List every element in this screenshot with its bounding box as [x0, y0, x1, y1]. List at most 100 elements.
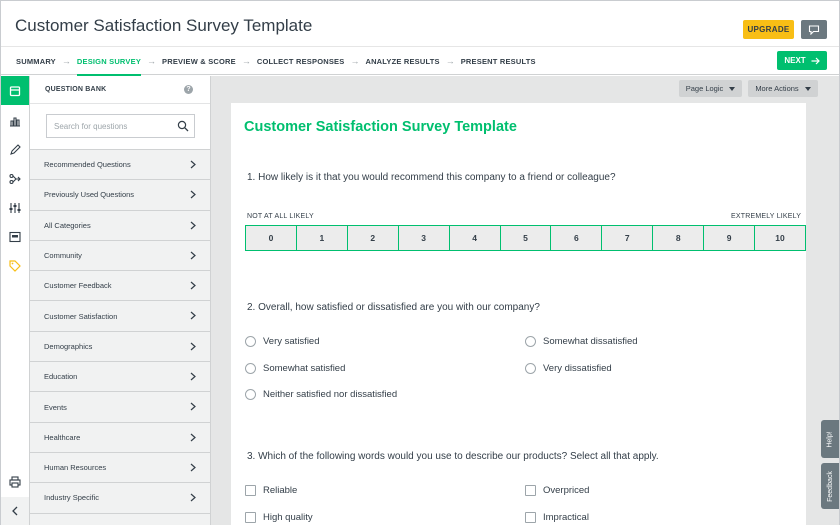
category-item[interactable]: Recommended Questions	[30, 150, 210, 181]
options-sliders-icon	[9, 202, 21, 213]
step-arrow-icon: →	[147, 56, 157, 66]
category-label: Community	[44, 251, 82, 261]
upgrade-button[interactable]: UPGRADE	[743, 20, 794, 39]
question-2[interactable]: 2. Overall, how satisfied or dissatisfie…	[247, 302, 540, 313]
step-summary[interactable]: SUMMARY	[16, 47, 56, 75]
option-label: Overpriced	[543, 485, 590, 496]
chevron-right-icon	[190, 281, 196, 290]
question-1[interactable]: 1. How likely is it that you would recom…	[247, 172, 616, 183]
analytics-icon	[10, 116, 20, 127]
radio-button[interactable]	[245, 336, 256, 347]
feedback-chat-button[interactable]	[801, 20, 827, 39]
help-icon[interactable]: ?	[184, 85, 193, 94]
question-3[interactable]: 3. Which of the following words would yo…	[247, 451, 659, 462]
question-bank-panel: QUESTION BANK ? Recommended Questions Pr…	[30, 76, 211, 525]
feedback-tab-label: Feedback	[826, 470, 834, 502]
category-item[interactable]: Customer Satisfaction	[30, 301, 210, 332]
category-item[interactable]: Previously Used Questions	[30, 180, 210, 211]
rail-print[interactable]	[1, 467, 29, 496]
step-analyze-results[interactable]: ANALYZE RESULTS	[365, 47, 439, 75]
category-item[interactable]: All Categories	[30, 210, 210, 241]
option-label: Neither satisfied nor dissatisfied	[263, 389, 398, 400]
step-design-survey[interactable]: DESIGN SURVEY	[76, 47, 142, 76]
next-button[interactable]: NEXT	[777, 51, 827, 70]
scale-option[interactable]: 8	[653, 226, 705, 250]
category-item[interactable]: Human Resources	[30, 452, 210, 484]
checkbox[interactable]	[525, 512, 536, 523]
chevron-right-icon	[190, 433, 196, 442]
scale-option[interactable]: 3	[398, 226, 450, 250]
scale-option[interactable]: 4	[449, 226, 501, 250]
category-label: Healthcare	[44, 432, 81, 442]
step-preview-score[interactable]: PREVIEW & SCORE	[162, 47, 236, 75]
help-tab[interactable]: Help!	[821, 420, 839, 458]
checkbox[interactable]	[245, 485, 256, 496]
checkbox[interactable]	[245, 512, 256, 523]
rail-builder[interactable]	[1, 76, 29, 105]
radio-option[interactable]: Neither satisfied nor dissatisfied	[245, 389, 397, 400]
page-logic-button[interactable]: Page Logic	[679, 80, 742, 97]
category-item[interactable]: Healthcare	[30, 422, 210, 453]
radio-option[interactable]: Very satisfied	[245, 336, 320, 347]
step-collect-responses[interactable]: COLLECT RESPONSES	[257, 47, 345, 75]
scale-option[interactable]: 5	[500, 226, 552, 250]
chevron-right-icon	[190, 312, 196, 320]
more-actions-button[interactable]: More Actions	[748, 80, 818, 97]
rail-analytics[interactable]	[1, 106, 29, 135]
scale-option[interactable]: 9	[704, 226, 756, 250]
scale-option[interactable]: 6	[551, 226, 603, 250]
rail-tags[interactable]	[1, 251, 29, 280]
category-item[interactable]: Community	[30, 240, 210, 272]
rail-design[interactable]	[1, 135, 29, 164]
more-actions-label: More Actions	[755, 84, 799, 93]
step-arrow-icon: →	[350, 56, 360, 66]
radio-button[interactable]	[525, 363, 536, 374]
scale-option[interactable]: 0	[246, 226, 297, 250]
radio-button[interactable]	[525, 336, 536, 347]
feedback-tab[interactable]: Feedback	[821, 463, 839, 509]
scale-option[interactable]: 1	[296, 226, 348, 250]
search-icon[interactable]	[177, 120, 189, 132]
step-present-results[interactable]: PRESENT RESULTS	[461, 47, 536, 75]
category-item[interactable]: Demographics	[30, 331, 210, 363]
checkbox-option[interactable]: Reliable	[245, 485, 297, 496]
rail-options[interactable]	[1, 193, 29, 222]
radio-option[interactable]: Somewhat dissatisfied	[525, 336, 638, 347]
survey-name[interactable]: Customer Satisfaction Survey Template	[15, 16, 312, 36]
checkbox-option[interactable]: High quality	[245, 512, 313, 523]
collapse-chevron-icon	[12, 506, 18, 516]
help-tab-label: Help!	[826, 430, 834, 448]
chevron-right-icon	[190, 402, 196, 411]
chevron-right-icon	[190, 493, 196, 502]
radio-button[interactable]	[245, 389, 256, 400]
rail-logic[interactable]	[1, 164, 29, 193]
scale-option[interactable]: 10	[755, 226, 805, 250]
chevron-right-icon	[190, 221, 196, 230]
radio-button[interactable]	[245, 363, 256, 374]
checkbox[interactable]	[525, 485, 536, 496]
checkbox-option[interactable]: Overpriced	[525, 485, 589, 496]
icon-rail	[1, 76, 30, 525]
library-image-icon	[9, 231, 21, 242]
rail-library[interactable]	[1, 222, 29, 251]
top-bar: Customer Satisfaction Survey Template UP…	[1, 1, 839, 47]
rail-collapse[interactable]	[1, 497, 29, 525]
radio-option[interactable]: Somewhat satisfied	[245, 363, 345, 374]
search-input[interactable]	[47, 115, 172, 137]
search-area	[30, 104, 210, 150]
checkbox-option[interactable]: Impractical	[525, 512, 589, 523]
step-arrow-icon: →	[61, 56, 71, 66]
scale-option[interactable]: 7	[602, 226, 654, 250]
chevron-right-icon	[190, 160, 196, 169]
option-label: Somewhat dissatisfied	[543, 336, 638, 347]
canvas-toolbar: Page Logic More Actions	[211, 76, 839, 103]
category-item[interactable]: Customer Feedback	[30, 271, 210, 302]
page-logic-label: Page Logic	[685, 84, 724, 93]
category-item[interactable]: Industry Specific	[30, 483, 210, 514]
scale-option[interactable]: 2	[347, 226, 399, 250]
radio-option[interactable]: Very dissatisfied	[525, 363, 612, 374]
survey-title[interactable]: Customer Satisfaction Survey Template	[244, 119, 517, 135]
chevron-right-icon	[190, 251, 196, 260]
category-item[interactable]: Events	[30, 392, 210, 423]
category-item[interactable]: Education	[30, 362, 210, 393]
